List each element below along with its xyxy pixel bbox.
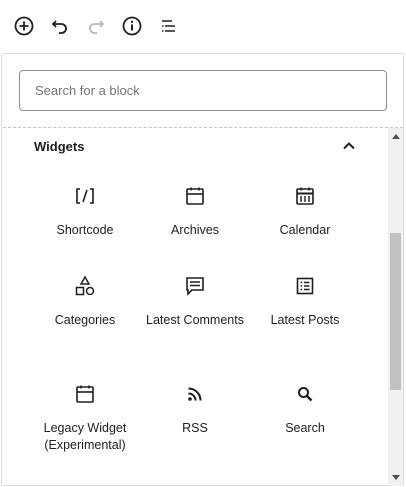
editor-toolbar xyxy=(0,0,406,52)
add-block-button[interactable] xyxy=(12,14,36,38)
block-latest-comments[interactable]: Latest Comments xyxy=(140,274,250,329)
block-search[interactable]: Search xyxy=(250,382,360,437)
block-search-input[interactable] xyxy=(19,70,387,111)
shortcode-icon xyxy=(73,184,97,208)
redo-icon xyxy=(89,20,105,34)
block-label: Search xyxy=(285,421,325,435)
latest-comments-icon xyxy=(183,274,207,298)
block-label: Latest Comments xyxy=(146,313,244,327)
block-calendar[interactable]: Calendar xyxy=(250,184,360,239)
archives-icon xyxy=(183,184,207,208)
panel-title: Widgets xyxy=(34,139,85,154)
scrollbar-thumb[interactable] xyxy=(390,233,401,390)
redo-button[interactable] xyxy=(84,14,108,38)
block-label: RSS xyxy=(182,421,208,435)
block-archives[interactable]: Archives xyxy=(140,184,250,239)
latest-posts-icon xyxy=(293,274,317,298)
legacy-widget-icon xyxy=(73,382,97,406)
calendar-icon xyxy=(293,184,317,208)
block-latest-posts[interactable]: Latest Posts xyxy=(250,274,360,329)
block-label: Calendar xyxy=(279,223,331,237)
scroll-up-arrow-icon[interactable] xyxy=(392,134,400,139)
block-label: Shortcode xyxy=(56,223,114,237)
info-button[interactable] xyxy=(120,14,144,38)
block-label: Legacy Widget (Experimental) xyxy=(43,421,127,452)
block-inserter-panel: Widgets Shortcode xyxy=(1,53,404,486)
block-label: Latest Posts xyxy=(270,313,340,327)
undo-icon xyxy=(51,20,67,34)
block-shortcode[interactable]: Shortcode xyxy=(30,184,140,239)
undo-button[interactable] xyxy=(48,14,72,38)
block-label: Categories xyxy=(54,313,116,327)
block-rss[interactable]: RSS xyxy=(140,382,250,437)
categories-icon xyxy=(73,274,97,298)
rss-icon xyxy=(183,382,207,406)
widgets-panel-header[interactable]: Widgets xyxy=(3,128,387,162)
search-icon xyxy=(293,382,317,406)
search-wrapper xyxy=(19,70,387,111)
add-block-icon xyxy=(14,16,34,36)
block-label: Archives xyxy=(171,223,219,237)
list-view-icon xyxy=(162,20,175,32)
scroll-down-arrow-icon[interactable] xyxy=(392,475,400,480)
info-icon xyxy=(122,16,142,36)
list-view-button[interactable] xyxy=(156,14,180,38)
vertical-scrollbar[interactable] xyxy=(388,128,403,486)
chevron-up-icon[interactable] xyxy=(340,137,358,155)
block-list-scroll-area[interactable]: Widgets Shortcode Archives Calendar Cate… xyxy=(3,127,403,486)
block-categories[interactable]: Categories xyxy=(30,274,140,329)
block-legacy-widget[interactable]: Legacy Widget (Experimental) xyxy=(30,382,140,454)
